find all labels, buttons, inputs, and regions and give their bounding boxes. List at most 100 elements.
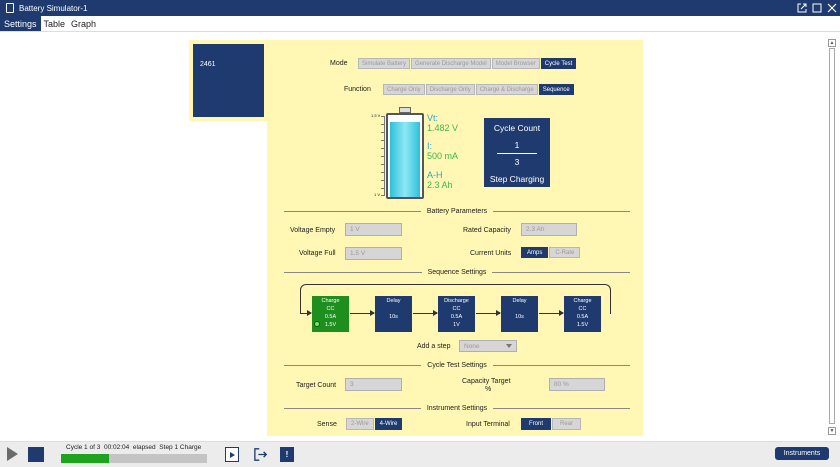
mode-model-browser[interactable]: Model Browser (491, 58, 540, 69)
current-label: I: (427, 141, 433, 151)
play-icon[interactable] (7, 447, 18, 461)
sense-selector: 2-Wire 4-Wire (346, 418, 403, 430)
function-charge-only[interactable]: Charge Only (383, 84, 425, 95)
chevron-down-icon (506, 344, 512, 348)
input-terminal-selector: Front Rear (521, 418, 582, 430)
amp-hour-value: 2.3 Ah (427, 180, 453, 190)
step-arrow (350, 310, 375, 316)
battery-body (386, 113, 424, 199)
capacity-target-label: Capacity Target (462, 378, 511, 385)
scale-bottom-label: 1 V (374, 192, 381, 197)
scroll-down-icon[interactable]: ▼ (828, 427, 836, 435)
window-title: Battery Simulator-1 (19, 3, 88, 13)
vt-label: Vt: (427, 113, 439, 123)
progress-fill (61, 454, 110, 463)
voltage-scale (379, 116, 385, 196)
capacity-target-unit: % (485, 386, 492, 393)
loop-return-arrow (300, 310, 312, 316)
vertical-scrollbar[interactable]: ▲ ▼ (828, 37, 836, 437)
current-units-amps[interactable]: Amps (521, 247, 549, 258)
tab-settings[interactable]: Settings (0, 16, 41, 31)
run-script-icon[interactable] (225, 447, 239, 462)
stop-icon[interactable] (28, 447, 44, 462)
maximize-icon (812, 3, 822, 13)
function-charge-discharge[interactable]: Charge & Discharge (475, 84, 538, 95)
sense-2-wire[interactable]: 2-Wire (346, 418, 374, 430)
mode-selector: Simulate Battery Generate Discharge Mode… (358, 58, 577, 69)
vt-readout: Vt: 1.482 V (427, 113, 458, 133)
rated-capacity-field[interactable]: 2.3 Ah (521, 223, 577, 236)
instrument-id: 2461 (200, 61, 216, 68)
cycle-count-divider (497, 153, 537, 154)
function-sequence[interactable]: Sequence (538, 84, 574, 95)
popout-icon (797, 3, 807, 13)
input-terminal-label: Input Terminal (466, 421, 510, 428)
tab-graph[interactable]: Graph (68, 16, 99, 31)
scroll-thumb[interactable] (829, 48, 835, 424)
cycle-count-title: Cycle Count (493, 123, 541, 133)
current-units-c-rate[interactable]: C-Rate (549, 247, 581, 258)
cycle-count-panel: Cycle Count 1 3 Step Charging (484, 118, 550, 187)
cycle-count-status: Step Charging (489, 174, 545, 184)
progress-bar (61, 454, 207, 463)
cycle-count-current: 1 (514, 140, 520, 150)
instruments-button[interactable]: Instruments (775, 447, 829, 460)
terminal-front[interactable]: Front (521, 418, 552, 430)
current-step: Step 1 Charge (159, 444, 202, 451)
title-bar: Battery Simulator-1 (0, 0, 840, 16)
sense-label: Sense (317, 421, 337, 428)
add-step-label: Add a step (417, 343, 451, 350)
function-discharge-only[interactable]: Discharge Only (425, 84, 475, 95)
battery-app-icon (6, 3, 14, 13)
close-icon (827, 3, 837, 13)
step-running-icon (314, 321, 320, 327)
maximize-button[interactable] (810, 1, 824, 15)
cycle-count-total: 3 (514, 157, 520, 167)
cycle-test-settings-heading: Cycle Test Settings (284, 360, 630, 370)
scale-top-label: 1.5 V (371, 113, 381, 118)
current-units-label: Current Units (470, 250, 512, 257)
rated-capacity-label: Rated Capacity (463, 227, 511, 234)
vt-value: 1.482 V (427, 123, 459, 133)
step-arrow (476, 310, 501, 316)
sense-4-wire[interactable]: 4-Wire (374, 418, 403, 430)
sequence-step[interactable]: Delay 10s (375, 296, 412, 332)
target-count-label: Target Count (296, 382, 337, 389)
mode-generate-discharge-model[interactable]: Generate Discharge Model (411, 58, 491, 69)
sequence-step[interactable]: Delay 10s (501, 296, 538, 332)
function-selector: Charge Only Discharge Only Charge & Disc… (383, 84, 574, 95)
voltage-empty-label: Voltage Empty (290, 227, 336, 234)
battery-parameters-heading: Battery Parameters (284, 206, 630, 216)
sequence-step[interactable]: Charge CC 0.5A 1.5V (564, 296, 601, 332)
elapsed-label: elapsed (132, 444, 156, 451)
target-count-field[interactable]: 3 (345, 378, 402, 391)
progress-text: Cycle 1 of 3 00:02:04 elapsed Step 1 Cha… (66, 444, 201, 451)
popout-button[interactable] (795, 1, 809, 15)
current-value: 500 mA (427, 151, 459, 161)
current-units-selector: Amps C-Rate (521, 247, 581, 258)
voltage-full-field[interactable]: 1.5 V (345, 247, 402, 260)
function-label: Function (344, 86, 371, 93)
sequence-step[interactable]: Charge CC 0.5A 1.5V (312, 296, 349, 332)
current-readout: I: 500 mA (427, 141, 458, 161)
mode-cycle-test[interactable]: Cycle Test (540, 58, 577, 69)
capacity-target-field[interactable]: 80 % (549, 378, 605, 391)
cycle-status: Cycle 1 of 3 (66, 444, 101, 451)
close-button[interactable] (825, 1, 839, 15)
terminal-rear[interactable]: Rear (552, 418, 582, 430)
tab-bar: Settings Table Graph (0, 16, 840, 32)
elapsed-time: 00:02:04 (103, 444, 130, 451)
export-icon[interactable] (254, 447, 268, 462)
instrument-id-tile[interactable]: 2461 (193, 44, 264, 117)
amp-hour-label: A-H (427, 170, 443, 180)
mode-label: Mode (330, 60, 348, 67)
voltage-empty-field[interactable]: 1 V (345, 223, 402, 236)
instrument-settings-heading: Instrument Settings (284, 403, 630, 413)
alert-icon[interactable]: ! (280, 447, 294, 462)
tab-table[interactable]: Table (41, 16, 69, 31)
sequence-step[interactable]: Discharge CC 0.5A 1V (438, 296, 475, 332)
scroll-up-icon[interactable]: ▲ (828, 39, 836, 47)
mode-simulate-battery[interactable]: Simulate Battery (358, 58, 411, 69)
add-step-dropdown[interactable]: None (459, 340, 517, 352)
amp-hour-readout: A-H 2.3 Ah (427, 170, 453, 190)
